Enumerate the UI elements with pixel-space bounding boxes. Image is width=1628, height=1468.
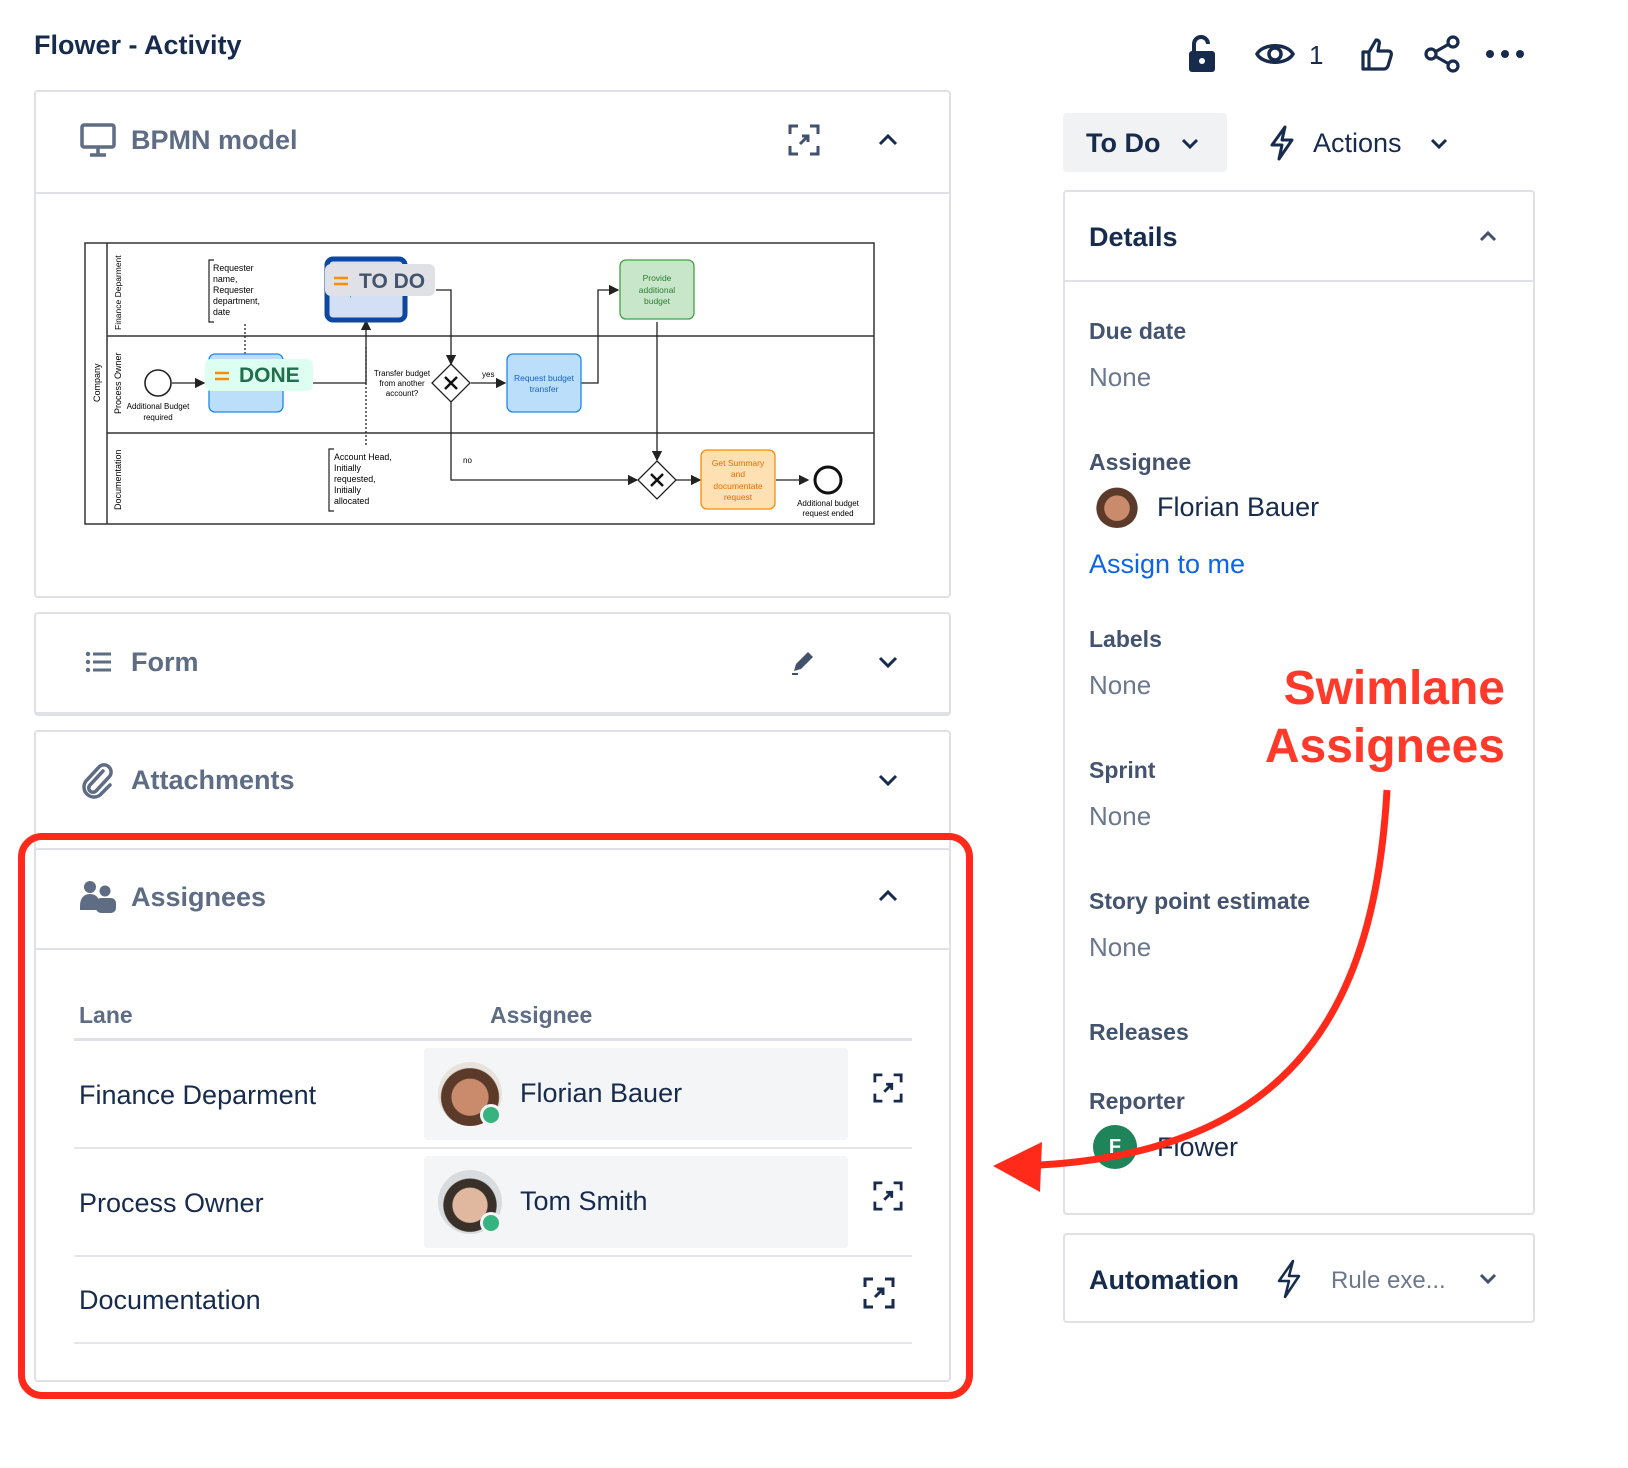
annotation-arrow — [993, 789, 1391, 1192]
